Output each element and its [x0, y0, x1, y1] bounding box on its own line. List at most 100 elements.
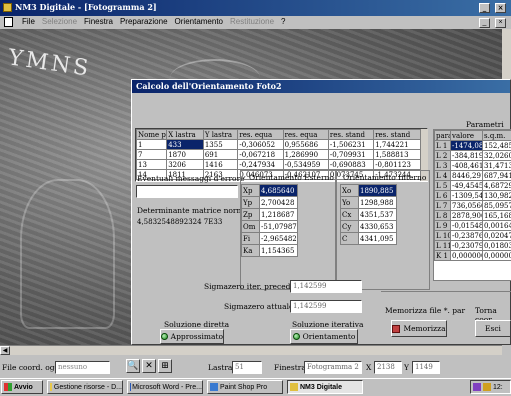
table-cell[interactable]: 13	[136, 159, 168, 170]
row-header[interactable]: L 9	[434, 220, 451, 231]
menu-item[interactable]: Restituzione	[230, 17, 274, 26]
table-cell[interactable]: 1,588813	[373, 149, 426, 160]
table-row[interactable]: L 2 -384,819 32,0260	[434, 150, 511, 161]
save-button[interactable]: Memorizza	[391, 320, 447, 337]
table-cell[interactable]: 0,00164	[482, 220, 511, 231]
table-cell[interactable]: -0,247934	[237, 159, 284, 170]
param-name[interactable]: Yp	[241, 196, 260, 209]
table-cell[interactable]: 0,955686	[282, 139, 329, 150]
taskbar-item-word[interactable]: Microsoft Word - Pre...	[127, 380, 203, 394]
table-row[interactable]: 13 3206 1416 -0,247934 -0,534959 -0,690883 -0,…	[136, 159, 426, 170]
pointer-icon[interactable]: ⊞	[158, 359, 172, 373]
close-button[interactable]: ×	[495, 3, 506, 13]
table-cell[interactable]: 4,68729	[482, 180, 511, 191]
table-cell[interactable]: 687,941	[482, 170, 511, 181]
table-row[interactable]: L 7 736,0566 85,0957	[434, 200, 511, 211]
table-row[interactable]: Cy 4330,653	[340, 220, 397, 233]
param-name[interactable]: Xo	[340, 184, 359, 197]
approximate-button[interactable]: Approssimato	[160, 329, 224, 344]
table-cell[interactable]: 8446,291	[450, 170, 483, 181]
param-value[interactable]: -51,07987	[259, 220, 298, 233]
table-row[interactable]: Cx 4351,537	[340, 208, 397, 221]
table-cell[interactable]: -0,23876	[450, 230, 483, 241]
table-cell[interactable]: -384,819	[450, 150, 483, 161]
minimize-button[interactable]: _	[479, 3, 490, 13]
child-minimize-button[interactable]: _	[479, 18, 490, 28]
table-cell[interactable]: 31,4713	[482, 160, 511, 171]
menu-item[interactable]: Orientamento	[175, 17, 223, 26]
tray-icon[interactable]	[483, 383, 491, 391]
param-name[interactable]: Fi	[241, 232, 260, 245]
table-cell[interactable]: -1,506231	[327, 139, 375, 150]
table-cell[interactable]: 165,168	[482, 210, 511, 221]
menu-item[interactable]: Finestra	[84, 17, 113, 26]
table-row[interactable]: L 6 -1309,54 130,982	[434, 190, 511, 201]
param-name[interactable]: Xp	[241, 184, 260, 197]
table-cell[interactable]: -0,01548	[450, 220, 483, 231]
table-cell[interactable]: 1870	[166, 149, 204, 160]
table-cell[interactable]: 1,744221	[373, 139, 426, 150]
child-close-button[interactable]: ×	[495, 18, 506, 28]
table-cell[interactable]: 85,0957	[482, 200, 511, 211]
table-cell[interactable]: -1474,08	[450, 140, 483, 151]
param-name[interactable]: Om	[241, 220, 260, 233]
finestra-field[interactable]: Fotogramma 2	[304, 361, 362, 374]
table-row[interactable]: Zp 1,218687	[241, 208, 298, 221]
param-value[interactable]: 4351,537	[358, 208, 397, 221]
table-cell[interactable]: 1	[136, 139, 168, 150]
table-cell[interactable]: 691	[202, 149, 239, 160]
table-cell[interactable]: 1355	[202, 139, 239, 150]
table-cell[interactable]: -0,534959	[282, 159, 329, 170]
table-cell[interactable]: 3206	[166, 159, 204, 170]
table-row[interactable]: L 4 8446,291 687,941	[434, 170, 511, 181]
scroll-left-arrow[interactable]: ◀	[0, 346, 10, 355]
tray-icon[interactable]	[473, 383, 481, 391]
table-row[interactable]: Ka 1,154365	[241, 244, 298, 257]
table-row[interactable]: L 9 -0,01548 0,00164	[434, 220, 511, 231]
table-cell[interactable]: 7	[136, 149, 168, 160]
row-header[interactable]: L 5	[434, 180, 451, 191]
table-row[interactable]: Xo 1890,885	[340, 184, 397, 197]
start-button[interactable]: Avvio	[1, 380, 43, 394]
table-cell[interactable]: 0,00000	[482, 250, 511, 261]
taskbar-item-explorer[interactable]: Gestione risorse - D...	[47, 380, 123, 394]
param-value[interactable]: 1,218687	[259, 208, 298, 221]
table-cell[interactable]: 1416	[202, 159, 239, 170]
menu-item[interactable]: Selezione	[42, 17, 77, 26]
row-header[interactable]: L 3	[434, 160, 451, 171]
table-row[interactable]: Fi -2,965482	[241, 232, 298, 245]
table-cell[interactable]: 152,485	[482, 140, 511, 151]
row-header[interactable]: L 11	[434, 240, 451, 251]
menu-item[interactable]: File	[22, 17, 35, 26]
table-row[interactable]: L 1 -1474,08 152,485	[434, 140, 511, 151]
param-value[interactable]: 2,700428	[259, 196, 298, 209]
table-row[interactable]: Yp 2,700428	[241, 196, 298, 209]
param-value[interactable]: 4330,653	[358, 220, 397, 233]
taskbar-item-paintshop[interactable]: Paint Shop Pro	[207, 380, 283, 394]
orientation-button[interactable]: Orientamento	[290, 329, 358, 344]
table-row[interactable]: 1 433 1355 -0,306052 0,955686 -1,506231 1,7442…	[136, 139, 426, 150]
table-cell[interactable]: 32,0260	[482, 150, 511, 161]
menu-item[interactable]: Preparazione	[120, 17, 168, 26]
y-field[interactable]: 1149	[412, 361, 440, 374]
param-value[interactable]: 1,154365	[259, 244, 298, 257]
lastra-field[interactable]: 51	[232, 361, 262, 374]
table-cell[interactable]: 736,0566	[450, 200, 483, 211]
row-header[interactable]: L 8	[434, 210, 451, 221]
zoom-icon[interactable]: 🔍	[126, 359, 140, 373]
row-header[interactable]: L 4	[434, 170, 451, 181]
table-cell[interactable]: -1309,54	[450, 190, 483, 201]
errors-field[interactable]	[136, 185, 238, 198]
exit-button[interactable]: Esci	[475, 320, 511, 337]
table-row[interactable]: Om -51,07987	[241, 220, 298, 233]
param-value[interactable]: 1298,988	[358, 196, 397, 209]
param-value[interactable]: -2,965482	[259, 232, 298, 245]
row-header[interactable]: L 6	[434, 190, 451, 201]
table-cell[interactable]: 2878,906	[450, 210, 483, 221]
table-cell[interactable]: -49,45451	[450, 180, 483, 191]
sigma-curr-field[interactable]: 1,142599	[290, 300, 362, 313]
param-value[interactable]: 1890,885	[358, 184, 397, 197]
table-cell[interactable]: -0,709931	[327, 149, 375, 160]
doc-icon[interactable]	[4, 17, 13, 27]
table-row[interactable]: L 5-49,454514,68729	[434, 180, 511, 191]
